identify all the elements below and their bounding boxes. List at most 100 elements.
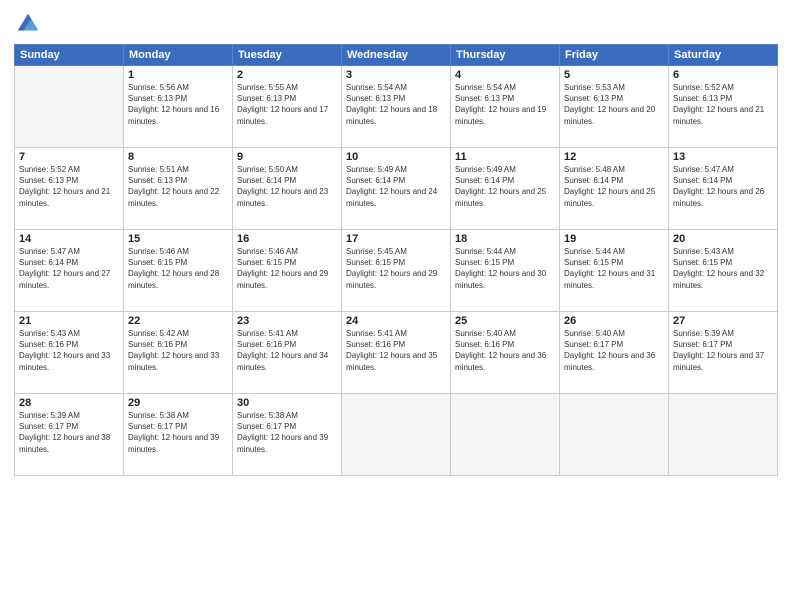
calendar-cell: 12Sunrise: 5:48 AMSunset: 6:14 PMDayligh… — [560, 148, 669, 230]
calendar-cell — [669, 394, 778, 476]
calendar-cell — [342, 394, 451, 476]
day-number: 22 — [128, 315, 228, 327]
weekday-header-saturday: Saturday — [669, 45, 778, 66]
calendar-cell: 1Sunrise: 5:56 AMSunset: 6:13 PMDaylight… — [124, 66, 233, 148]
calendar-cell: 10Sunrise: 5:49 AMSunset: 6:14 PMDayligh… — [342, 148, 451, 230]
day-number: 14 — [19, 233, 119, 245]
calendar: SundayMondayTuesdayWednesdayThursdayFrid… — [14, 44, 778, 476]
day-info: Sunrise: 5:55 AMSunset: 6:13 PMDaylight:… — [237, 82, 337, 127]
weekday-header-friday: Friday — [560, 45, 669, 66]
calendar-cell: 18Sunrise: 5:44 AMSunset: 6:15 PMDayligh… — [451, 230, 560, 312]
week-row-2: 14Sunrise: 5:47 AMSunset: 6:14 PMDayligh… — [15, 230, 778, 312]
day-number: 18 — [455, 233, 555, 245]
day-info: Sunrise: 5:56 AMSunset: 6:13 PMDaylight:… — [128, 82, 228, 127]
day-info: Sunrise: 5:39 AMSunset: 6:17 PMDaylight:… — [19, 410, 119, 455]
calendar-cell: 5Sunrise: 5:53 AMSunset: 6:13 PMDaylight… — [560, 66, 669, 148]
day-info: Sunrise: 5:46 AMSunset: 6:15 PMDaylight:… — [237, 246, 337, 291]
day-number: 16 — [237, 233, 337, 245]
day-number: 10 — [346, 151, 446, 163]
day-number: 29 — [128, 397, 228, 409]
day-info: Sunrise: 5:41 AMSunset: 6:16 PMDaylight:… — [346, 328, 446, 373]
calendar-cell: 22Sunrise: 5:42 AMSunset: 6:16 PMDayligh… — [124, 312, 233, 394]
calendar-cell: 7Sunrise: 5:52 AMSunset: 6:13 PMDaylight… — [15, 148, 124, 230]
day-info: Sunrise: 5:44 AMSunset: 6:15 PMDaylight:… — [564, 246, 664, 291]
day-number: 4 — [455, 69, 555, 81]
logo-icon — [14, 10, 42, 38]
day-number: 24 — [346, 315, 446, 327]
day-number: 27 — [673, 315, 773, 327]
day-info: Sunrise: 5:41 AMSunset: 6:16 PMDaylight:… — [237, 328, 337, 373]
calendar-cell: 26Sunrise: 5:40 AMSunset: 6:17 PMDayligh… — [560, 312, 669, 394]
day-number: 3 — [346, 69, 446, 81]
day-number: 9 — [237, 151, 337, 163]
weekday-header-wednesday: Wednesday — [342, 45, 451, 66]
weekday-header-monday: Monday — [124, 45, 233, 66]
day-info: Sunrise: 5:40 AMSunset: 6:17 PMDaylight:… — [564, 328, 664, 373]
day-number: 2 — [237, 69, 337, 81]
day-number: 15 — [128, 233, 228, 245]
day-number: 26 — [564, 315, 664, 327]
header — [14, 10, 778, 38]
calendar-cell: 27Sunrise: 5:39 AMSunset: 6:17 PMDayligh… — [669, 312, 778, 394]
calendar-cell: 2Sunrise: 5:55 AMSunset: 6:13 PMDaylight… — [233, 66, 342, 148]
day-info: Sunrise: 5:52 AMSunset: 6:13 PMDaylight:… — [19, 164, 119, 209]
day-number: 30 — [237, 397, 337, 409]
logo — [14, 10, 46, 38]
day-number: 11 — [455, 151, 555, 163]
calendar-cell: 19Sunrise: 5:44 AMSunset: 6:15 PMDayligh… — [560, 230, 669, 312]
calendar-cell: 8Sunrise: 5:51 AMSunset: 6:13 PMDaylight… — [124, 148, 233, 230]
day-number: 8 — [128, 151, 228, 163]
day-info: Sunrise: 5:42 AMSunset: 6:16 PMDaylight:… — [128, 328, 228, 373]
day-info: Sunrise: 5:39 AMSunset: 6:17 PMDaylight:… — [673, 328, 773, 373]
calendar-cell: 28Sunrise: 5:39 AMSunset: 6:17 PMDayligh… — [15, 394, 124, 476]
calendar-cell — [451, 394, 560, 476]
day-number: 23 — [237, 315, 337, 327]
week-row-0: 1Sunrise: 5:56 AMSunset: 6:13 PMDaylight… — [15, 66, 778, 148]
calendar-cell: 13Sunrise: 5:47 AMSunset: 6:14 PMDayligh… — [669, 148, 778, 230]
day-info: Sunrise: 5:52 AMSunset: 6:13 PMDaylight:… — [673, 82, 773, 127]
day-number: 7 — [19, 151, 119, 163]
day-info: Sunrise: 5:43 AMSunset: 6:15 PMDaylight:… — [673, 246, 773, 291]
calendar-cell: 15Sunrise: 5:46 AMSunset: 6:15 PMDayligh… — [124, 230, 233, 312]
page: SundayMondayTuesdayWednesdayThursdayFrid… — [0, 0, 792, 612]
day-number: 17 — [346, 233, 446, 245]
day-number: 6 — [673, 69, 773, 81]
calendar-cell: 14Sunrise: 5:47 AMSunset: 6:14 PMDayligh… — [15, 230, 124, 312]
day-number: 1 — [128, 69, 228, 81]
day-info: Sunrise: 5:47 AMSunset: 6:14 PMDaylight:… — [673, 164, 773, 209]
calendar-cell: 6Sunrise: 5:52 AMSunset: 6:13 PMDaylight… — [669, 66, 778, 148]
calendar-cell: 4Sunrise: 5:54 AMSunset: 6:13 PMDaylight… — [451, 66, 560, 148]
calendar-cell: 25Sunrise: 5:40 AMSunset: 6:16 PMDayligh… — [451, 312, 560, 394]
weekday-header-tuesday: Tuesday — [233, 45, 342, 66]
day-info: Sunrise: 5:53 AMSunset: 6:13 PMDaylight:… — [564, 82, 664, 127]
day-info: Sunrise: 5:45 AMSunset: 6:15 PMDaylight:… — [346, 246, 446, 291]
day-info: Sunrise: 5:49 AMSunset: 6:14 PMDaylight:… — [455, 164, 555, 209]
day-number: 13 — [673, 151, 773, 163]
calendar-cell: 17Sunrise: 5:45 AMSunset: 6:15 PMDayligh… — [342, 230, 451, 312]
day-info: Sunrise: 5:46 AMSunset: 6:15 PMDaylight:… — [128, 246, 228, 291]
day-number: 20 — [673, 233, 773, 245]
day-info: Sunrise: 5:54 AMSunset: 6:13 PMDaylight:… — [346, 82, 446, 127]
day-info: Sunrise: 5:49 AMSunset: 6:14 PMDaylight:… — [346, 164, 446, 209]
calendar-cell — [560, 394, 669, 476]
day-info: Sunrise: 5:38 AMSunset: 6:17 PMDaylight:… — [237, 410, 337, 455]
calendar-cell — [15, 66, 124, 148]
day-info: Sunrise: 5:51 AMSunset: 6:13 PMDaylight:… — [128, 164, 228, 209]
weekday-header-row: SundayMondayTuesdayWednesdayThursdayFrid… — [15, 45, 778, 66]
calendar-cell: 20Sunrise: 5:43 AMSunset: 6:15 PMDayligh… — [669, 230, 778, 312]
day-number: 28 — [19, 397, 119, 409]
calendar-cell: 16Sunrise: 5:46 AMSunset: 6:15 PMDayligh… — [233, 230, 342, 312]
week-row-3: 21Sunrise: 5:43 AMSunset: 6:16 PMDayligh… — [15, 312, 778, 394]
weekday-header-sunday: Sunday — [15, 45, 124, 66]
day-info: Sunrise: 5:47 AMSunset: 6:14 PMDaylight:… — [19, 246, 119, 291]
calendar-cell: 11Sunrise: 5:49 AMSunset: 6:14 PMDayligh… — [451, 148, 560, 230]
day-info: Sunrise: 5:54 AMSunset: 6:13 PMDaylight:… — [455, 82, 555, 127]
day-info: Sunrise: 5:48 AMSunset: 6:14 PMDaylight:… — [564, 164, 664, 209]
calendar-cell: 3Sunrise: 5:54 AMSunset: 6:13 PMDaylight… — [342, 66, 451, 148]
day-number: 12 — [564, 151, 664, 163]
calendar-cell: 29Sunrise: 5:38 AMSunset: 6:17 PMDayligh… — [124, 394, 233, 476]
calendar-cell: 21Sunrise: 5:43 AMSunset: 6:16 PMDayligh… — [15, 312, 124, 394]
day-number: 21 — [19, 315, 119, 327]
week-row-1: 7Sunrise: 5:52 AMSunset: 6:13 PMDaylight… — [15, 148, 778, 230]
day-info: Sunrise: 5:38 AMSunset: 6:17 PMDaylight:… — [128, 410, 228, 455]
